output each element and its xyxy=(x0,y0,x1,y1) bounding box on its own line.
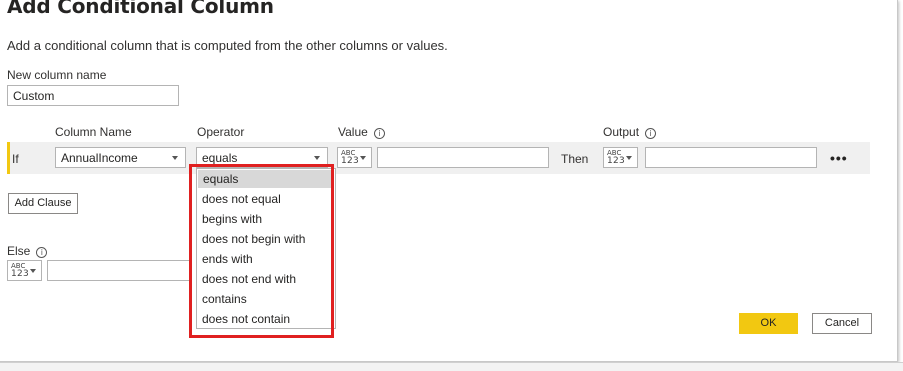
number-type-icon: 123 xyxy=(11,269,30,279)
output-type-selector[interactable]: ABC 123 xyxy=(603,147,638,168)
add-conditional-column-dialog: Add Conditional Column Add a conditional… xyxy=(0,0,898,362)
number-type-icon: 123 xyxy=(607,156,626,166)
column-name-value: AnnualIncome xyxy=(61,151,138,165)
then-label: Then xyxy=(561,152,589,166)
column-name-dropdown[interactable]: AnnualIncome xyxy=(55,147,186,168)
value-type-selector[interactable]: ABC 123 xyxy=(337,147,372,168)
value-input[interactable] xyxy=(377,147,549,168)
operator-dropdown-list: equals does not equal begins with does n… xyxy=(196,168,336,329)
else-value-input[interactable] xyxy=(47,260,192,281)
dialog-title: Add Conditional Column xyxy=(7,0,274,18)
dropdown-option-does-not-equal[interactable]: does not equal xyxy=(197,189,335,209)
dropdown-option-ends-with[interactable]: ends with xyxy=(197,249,335,269)
info-icon[interactable]: i xyxy=(373,128,385,139)
chevron-down-icon xyxy=(360,156,366,160)
output-header-text: Output xyxy=(603,125,640,139)
dropdown-option-does-not-end-with[interactable]: does not end with xyxy=(197,269,335,289)
dropdown-option-contains[interactable]: contains xyxy=(197,289,335,309)
if-label: If xyxy=(12,152,19,166)
operator-dropdown[interactable]: equals xyxy=(196,147,328,168)
else-type-selector[interactable]: ABC 123 xyxy=(7,260,42,281)
chevron-down-icon xyxy=(30,269,36,273)
info-icon[interactable]: i xyxy=(645,128,657,139)
ok-button[interactable]: OK xyxy=(739,313,798,334)
dropdown-option-begins-with[interactable]: begins with xyxy=(197,209,335,229)
info-icon[interactable]: i xyxy=(36,247,48,258)
dropdown-option-equals[interactable]: equals xyxy=(198,170,334,188)
cancel-button[interactable]: Cancel xyxy=(812,313,872,334)
else-label: Else xyxy=(7,244,31,258)
output-header: Output i xyxy=(603,125,657,139)
column-name-header: Column Name xyxy=(55,125,132,139)
background-window-strip xyxy=(0,362,903,371)
value-header-text: Value xyxy=(338,125,368,139)
dropdown-option-does-not-contain[interactable]: does not contain xyxy=(197,309,335,329)
number-type-icon: 123 xyxy=(341,156,360,166)
output-input[interactable] xyxy=(645,147,817,168)
dialog-description: Add a conditional column that is compute… xyxy=(7,38,448,53)
else-label-row: Else i xyxy=(7,244,48,258)
operator-header: Operator xyxy=(197,125,245,139)
add-clause-button[interactable]: Add Clause xyxy=(8,193,78,214)
operator-value: equals xyxy=(202,151,238,165)
chevron-down-icon xyxy=(626,156,632,160)
dropdown-option-does-not-begin-with[interactable]: does not begin with xyxy=(197,229,335,249)
new-column-name-input[interactable]: Custom xyxy=(7,85,179,106)
value-header: Value i xyxy=(338,125,385,139)
more-options-icon[interactable]: ••• xyxy=(830,150,848,166)
new-column-name-label: New column name xyxy=(7,68,107,82)
